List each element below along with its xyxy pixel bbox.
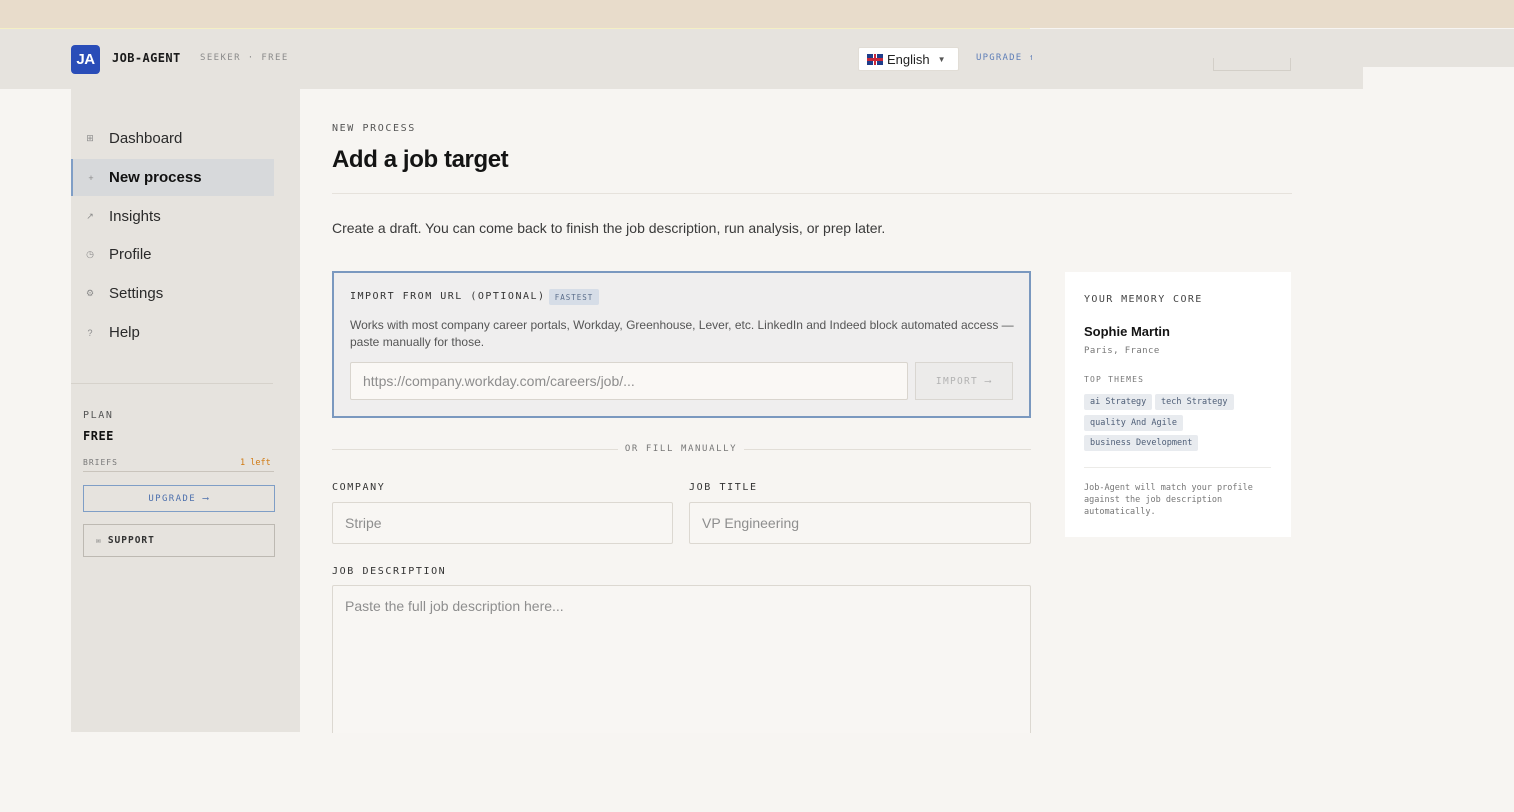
page-eyebrow: NEW PROCESS: [332, 123, 416, 134]
fastest-badge: FASTEST: [549, 289, 599, 305]
trend-icon: ↗: [86, 211, 94, 221]
plan-value: FREE: [83, 429, 114, 443]
gear-icon: ⚙: [85, 288, 95, 298]
account-type: SEEKER · FREE: [200, 53, 289, 63]
support-button[interactable]: ✉ SUPPORT: [83, 524, 275, 557]
top-themes-label: TOP THEMES: [1084, 375, 1145, 384]
chevron-down-icon: ▼: [937, 54, 946, 64]
support-label: SUPPORT: [107, 535, 155, 546]
title-divider: [332, 193, 1292, 194]
user-icon: ◷: [86, 249, 94, 259]
plus-icon: +: [88, 172, 94, 183]
top-banner-strip: [0, 0, 1514, 28]
logo[interactable]: JA: [71, 45, 100, 74]
mail-icon: ✉: [96, 536, 102, 545]
profile-location: Paris, France: [1084, 346, 1160, 356]
import-heading: IMPORT FROM URL (OPTIONAL): [350, 291, 546, 302]
company-input[interactable]: [332, 502, 673, 544]
sidebar-item-label: Dashboard: [109, 130, 183, 147]
job-title-label: JOB TITLE: [689, 482, 758, 493]
memory-divider: [1084, 467, 1271, 468]
profile-name: Sophie Martin: [1084, 324, 1170, 339]
sidebar-item-label: Profile: [109, 246, 152, 263]
theme-chip: business Development: [1084, 435, 1199, 451]
manual-divider-label: OR FILL MANUALLY: [624, 444, 738, 454]
upgrade-button[interactable]: UPGRADE ⟶: [83, 485, 275, 512]
sidebar-item-insights[interactable]: ↗ Insights: [71, 198, 274, 235]
sidebar-item-label: Settings: [109, 285, 164, 302]
app-header-extension: [1363, 29, 1514, 67]
briefs-label: BRIEFS: [83, 458, 118, 467]
job-description-textarea[interactable]: [332, 585, 1031, 733]
language-select[interactable]: English ▼: [858, 47, 959, 71]
header-ghost-button[interactable]: [1213, 58, 1291, 71]
uk-flag-icon: [867, 53, 883, 65]
sidebar-item-dashboard[interactable]: ⊞ Dashboard: [71, 120, 274, 157]
sidebar-divider: [71, 383, 273, 384]
page-title: Add a job target: [332, 146, 509, 173]
sidebar-item-settings[interactable]: ⚙ Settings: [71, 275, 274, 312]
import-url-input[interactable]: [350, 362, 908, 400]
header-upgrade-link[interactable]: UPGRADE ↑: [976, 53, 1032, 63]
theme-chip: tech Strategy: [1155, 394, 1234, 410]
briefs-usage-bar: [83, 471, 274, 472]
language-label: English: [887, 51, 930, 67]
help-icon: ?: [87, 327, 93, 338]
app-name[interactable]: JOB-AGENT: [112, 51, 181, 65]
sidebar-item-label: Help: [109, 324, 140, 341]
import-button[interactable]: IMPORT ⟶: [915, 362, 1013, 400]
sidebar-item-help[interactable]: ? Help: [71, 314, 274, 351]
briefs-remaining: 1 left: [240, 458, 271, 468]
theme-chip: quality And Agile: [1084, 415, 1183, 431]
divider-line-left: [332, 449, 618, 450]
import-description: Works with most company career portals, …: [350, 318, 1014, 349]
job-description-label: JOB DESCRIPTION: [332, 566, 447, 577]
page-intro: Create a draft. You can come back to fin…: [332, 220, 886, 236]
sidebar-item-label: Insights: [109, 208, 161, 225]
plan-label: PLAN: [83, 410, 114, 421]
sidebar-item-new-process[interactable]: + New process: [71, 159, 274, 196]
job-title-input[interactable]: [689, 502, 1031, 544]
sidebar-item-label: New process: [109, 169, 202, 186]
company-label: COMPANY: [332, 482, 386, 493]
memory-core-title: YOUR MEMORY CORE: [1084, 294, 1203, 305]
sidebar-item-profile[interactable]: ◷ Profile: [71, 236, 274, 273]
grid-icon: ⊞: [86, 133, 94, 143]
theme-chip: ai Strategy: [1084, 394, 1153, 410]
memory-note: Job-Agent will match your profile agains…: [1084, 483, 1253, 517]
divider-line-right: [744, 449, 1031, 450]
